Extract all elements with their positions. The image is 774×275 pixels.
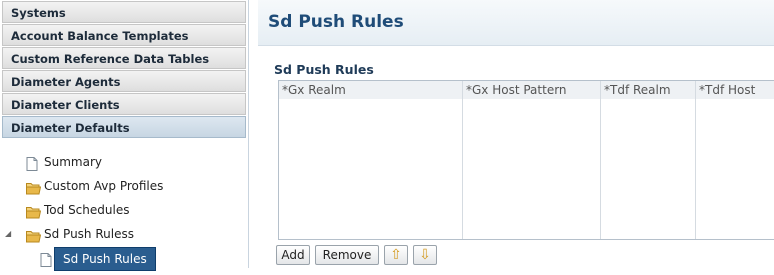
tree-item-label: Sd Push Rules <box>54 247 156 271</box>
move-down-button[interactable]: ⇩ <box>413 245 437 265</box>
tree-item-summary[interactable]: Summary <box>0 150 248 174</box>
nav-section-diameter-clients[interactable]: Diameter Clients <box>2 93 246 115</box>
move-up-button[interactable]: ⇧ <box>384 245 408 265</box>
tree-item-label: Summary <box>44 155 102 169</box>
arrow-up-icon: ⇧ <box>390 247 402 263</box>
remove-button[interactable]: Remove <box>315 245 379 265</box>
tree-item-label: Tod Schedules <box>44 203 130 217</box>
column-divider <box>695 81 696 239</box>
nav-section-diameter-agents[interactable]: Diameter Agents <box>2 70 246 92</box>
nav-section-diameter-defaults[interactable]: Diameter Defaults <box>2 116 246 138</box>
column-header-tdf-realm[interactable]: *Tdf Realm <box>601 81 696 99</box>
column-header-gx-realm[interactable]: *Gx Realm <box>279 81 463 99</box>
section-title: Sd Push Rules <box>274 62 374 77</box>
nav-section-account-balance-templates[interactable]: Account Balance Templates <box>2 24 246 46</box>
nav-tree: Summary Custom Avp Profiles Tod Schedule… <box>0 150 248 271</box>
column-divider <box>462 81 463 239</box>
sd-push-rules-table[interactable]: *Gx Realm *Gx Host Pattern *Tdf Realm *T… <box>278 80 774 240</box>
column-header-gx-host-pattern[interactable]: *Gx Host Pattern <box>463 81 601 99</box>
main-content: Sd Push Rules Sd Push Rules *Gx Realm *G… <box>258 0 774 268</box>
nav-section-systems[interactable]: Systems <box>2 1 246 23</box>
add-button[interactable]: Add <box>276 245 310 265</box>
tree-item-tod-schedules[interactable]: Tod Schedules <box>0 198 248 222</box>
tree-item-sd-push-ruless[interactable]: ◢ Sd Push Ruless <box>0 222 248 246</box>
page-title: Sd Push Rules <box>268 12 404 32</box>
document-icon <box>40 251 52 275</box>
expand-triangle-icon[interactable]: ◢ <box>5 222 11 246</box>
nav-section-custom-reference-data-tables[interactable]: Custom Reference Data Tables <box>2 47 246 69</box>
page-header: Sd Push Rules <box>258 0 774 46</box>
tree-item-custom-avp-profiles[interactable]: Custom Avp Profiles <box>0 174 248 198</box>
tree-item-label: Sd Push Ruless <box>44 227 134 241</box>
navigation-panel: Systems Account Balance Templates Custom… <box>0 0 249 271</box>
arrow-down-icon: ⇩ <box>419 247 431 263</box>
tree-item-label: Custom Avp Profiles <box>44 179 164 193</box>
column-divider <box>600 81 601 239</box>
tree-item-sd-push-rules[interactable]: Sd Push Rules <box>0 246 248 271</box>
column-header-tdf-host[interactable]: *Tdf Host <box>696 81 774 99</box>
